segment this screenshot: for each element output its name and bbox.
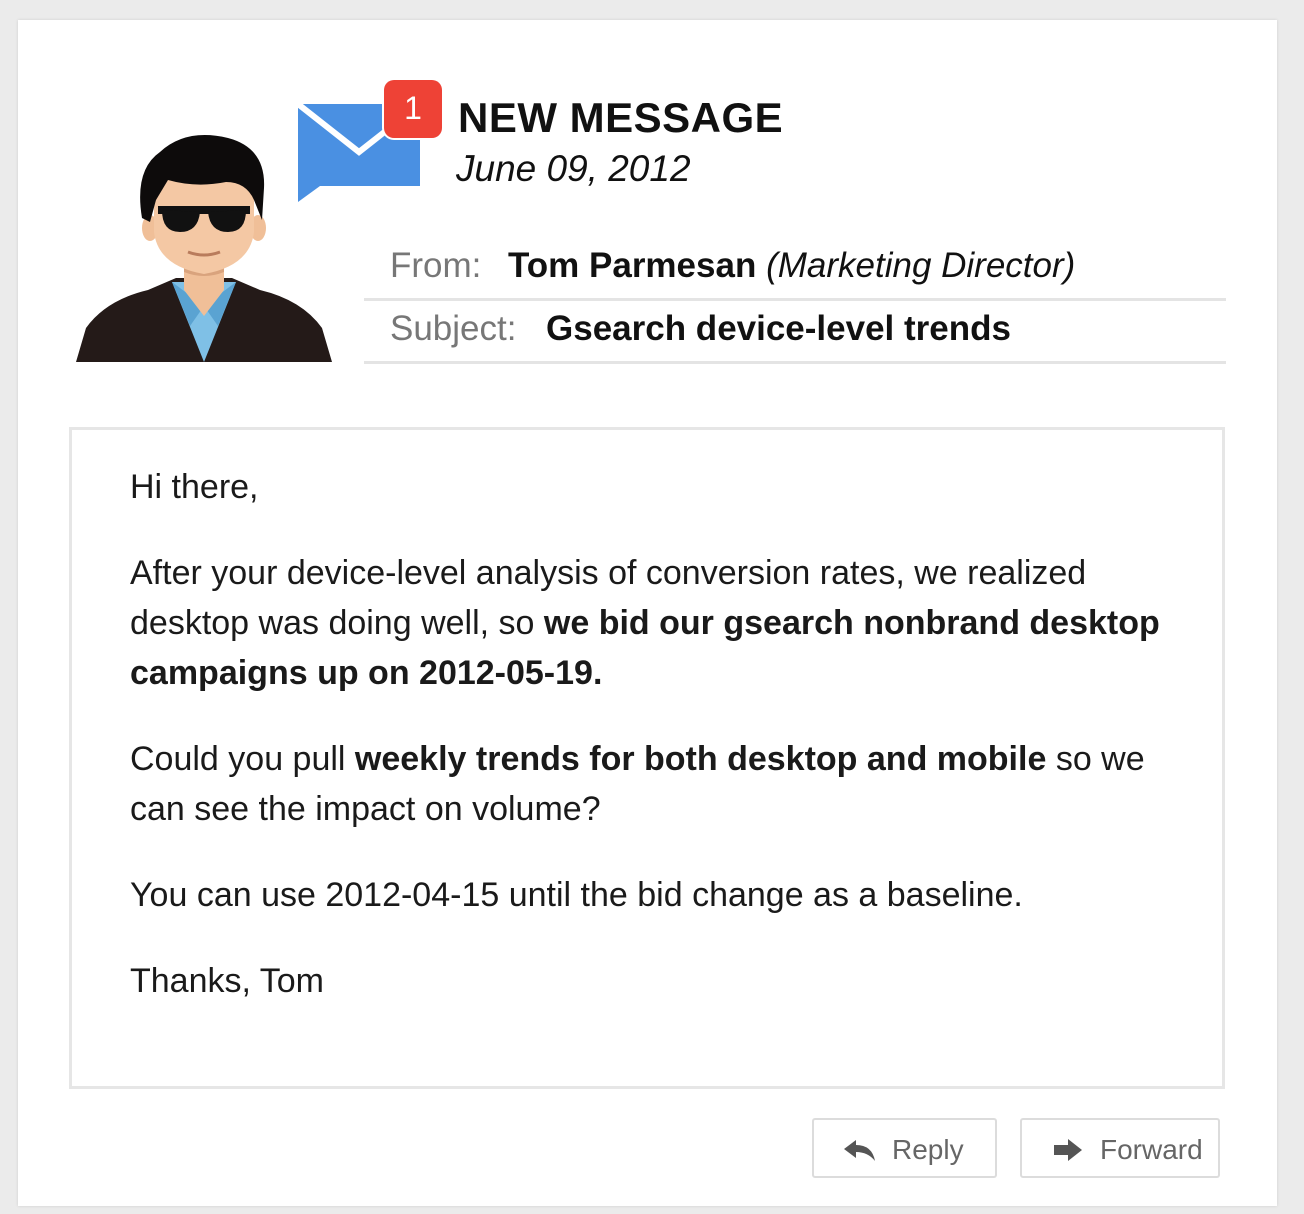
subject-label: Subject: [390, 309, 517, 348]
message-body-text: Hi there, After your device-level analys… [130, 462, 1190, 1042]
body-paragraph-1: After your device-level analysis of conv… [130, 548, 1190, 698]
signoff: Thanks, Tom [130, 962, 325, 1000]
body-p2-bold: weekly trends for both desktop and mobil… [354, 740, 1047, 778]
body-paragraph-2: Could you pull weekly trends for both de… [130, 734, 1190, 834]
body-p2-text-1: Could you pull [130, 740, 355, 778]
sender: Tom Parmesan (Marketing Director) [508, 246, 1075, 286]
message-date: June 09, 2012 [456, 148, 691, 189]
from-label: From: [390, 246, 482, 285]
sender-role: (Marketing Director) [766, 246, 1076, 285]
email-card: 1 NEW MESSAGE June 09, 2012 From: Tom Pa… [18, 20, 1277, 1206]
sender-avatar [76, 135, 332, 362]
reply-arrow-icon [844, 1140, 875, 1161]
sender-name: Tom Parmesan [508, 246, 757, 285]
reply-button[interactable]: Reply [812, 1118, 997, 1178]
reply-label: Reply [892, 1134, 964, 1165]
forward-arrow-icon [1054, 1139, 1082, 1161]
message-body: Hi there, After your device-level analys… [69, 427, 1225, 1089]
forward-button[interactable]: Forward [1020, 1118, 1220, 1178]
subject-row: Subject: Gsearch device-level trends [364, 303, 1226, 364]
greeting: Hi there, [130, 468, 259, 506]
from-row: From: Tom Parmesan (Marketing Director) [364, 240, 1226, 301]
forward-label: Forward [1100, 1134, 1203, 1165]
message-title: NEW MESSAGE [458, 94, 784, 141]
subject-value: Gsearch device-level trends [546, 309, 1011, 348]
unread-count-badge: 1 [384, 80, 442, 138]
body-paragraph-3: You can use 2012-04-15 until the bid cha… [130, 876, 1023, 914]
